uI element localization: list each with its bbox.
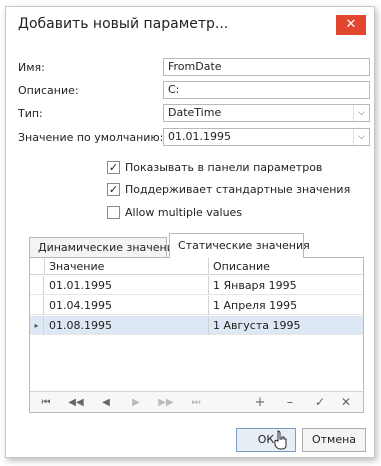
table-row[interactable]: 01.04.1995 1 Апреля 1995 [30,296,363,315]
chevron-down-icon[interactable]: ⌵ [353,105,369,121]
type-select[interactable]: DateTime ⌵ [163,104,370,122]
next-page-icon[interactable]: ▶▶ [156,392,176,413]
column-header-value[interactable]: Значение [45,258,104,275]
previous-record-icon[interactable]: ◀ [96,392,116,413]
show-in-panel-checkbox[interactable]: ✓ [107,160,120,174]
table-row-selected[interactable]: ▸ 01.08.1995 1 Августа 1995 [30,316,363,335]
cell-value[interactable]: 01.04.1995 [45,297,112,314]
show-in-panel-label: Показывать в панели параметров [125,160,323,174]
tab-dynamic-values[interactable]: Динамические значения [29,237,181,257]
current-row-icon: ▸ [30,316,44,335]
grid-header: Значение Описание [30,258,363,275]
description-field[interactable]: C: [163,81,370,99]
table-row[interactable]: 01.01.1995 1 Января 1995 [30,276,363,295]
add-record-icon[interactable]: + [250,392,270,413]
row-indicator [30,276,44,295]
previous-page-icon[interactable]: ◀◀ [66,392,86,413]
default-value-select[interactable]: 01.01.1995 ⌵ [163,128,370,146]
dialog-title: Добавить новый параметр... [18,16,229,32]
name-field[interactable]: FromDate [163,58,370,76]
remove-record-icon[interactable]: – [280,392,300,413]
name-label: Имя: [18,61,45,74]
cell-value[interactable]: 01.08.1995 [45,317,112,334]
supports-standard-label: Поддерживает стандартные значения [125,182,351,196]
cell-description[interactable]: 1 Апреля 1995 [209,297,297,314]
cell-description[interactable]: 1 Августа 1995 [209,317,300,334]
allow-multiple-checkbox[interactable] [107,205,120,219]
description-label: Описание: [18,84,79,97]
default-value-label: Значение по умолчанию: [18,131,164,144]
type-label: Тип: [18,107,43,120]
type-value: DateTime [168,106,222,119]
cancel-changes-icon[interactable]: ✕ [336,392,356,413]
apply-changes-icon[interactable]: ✓ [310,392,330,413]
close-button[interactable]: ✕ [336,15,366,35]
show-in-panel-option[interactable]: ✓ Показывать в панели параметров [107,159,322,175]
last-record-icon[interactable]: ⏭ [186,392,206,413]
next-record-icon[interactable]: ▶ [126,392,146,413]
static-values-panel: Значение Описание 01.01.1995 1 Января 19… [29,257,364,413]
allow-multiple-label: Allow multiple values [125,205,243,219]
cell-value[interactable]: 01.01.1995 [45,277,112,294]
chevron-down-icon[interactable]: ⌵ [353,129,369,145]
first-record-icon[interactable]: ⏮ [36,392,56,413]
default-value: 01.01.1995 [168,130,231,143]
tab-static-values[interactable]: Статические значения [169,233,310,258]
allow-multiple-option[interactable]: Allow multiple values [107,204,242,220]
cancel-button[interactable]: Отмена [302,428,366,452]
row-indicator [30,296,44,315]
supports-standard-checkbox[interactable]: ✓ [107,182,120,196]
data-navigator: ⏮ ◀◀ ◀ ▶ ▶▶ ⏭ + – ✓ ✕ [30,391,363,412]
cell-description[interactable]: 1 Января 1995 [209,277,297,294]
supports-standard-option[interactable]: ✓ Поддерживает стандартные значения [107,181,350,197]
column-header-description[interactable]: Описание [209,258,270,275]
mouse-cursor-icon [274,430,287,450]
